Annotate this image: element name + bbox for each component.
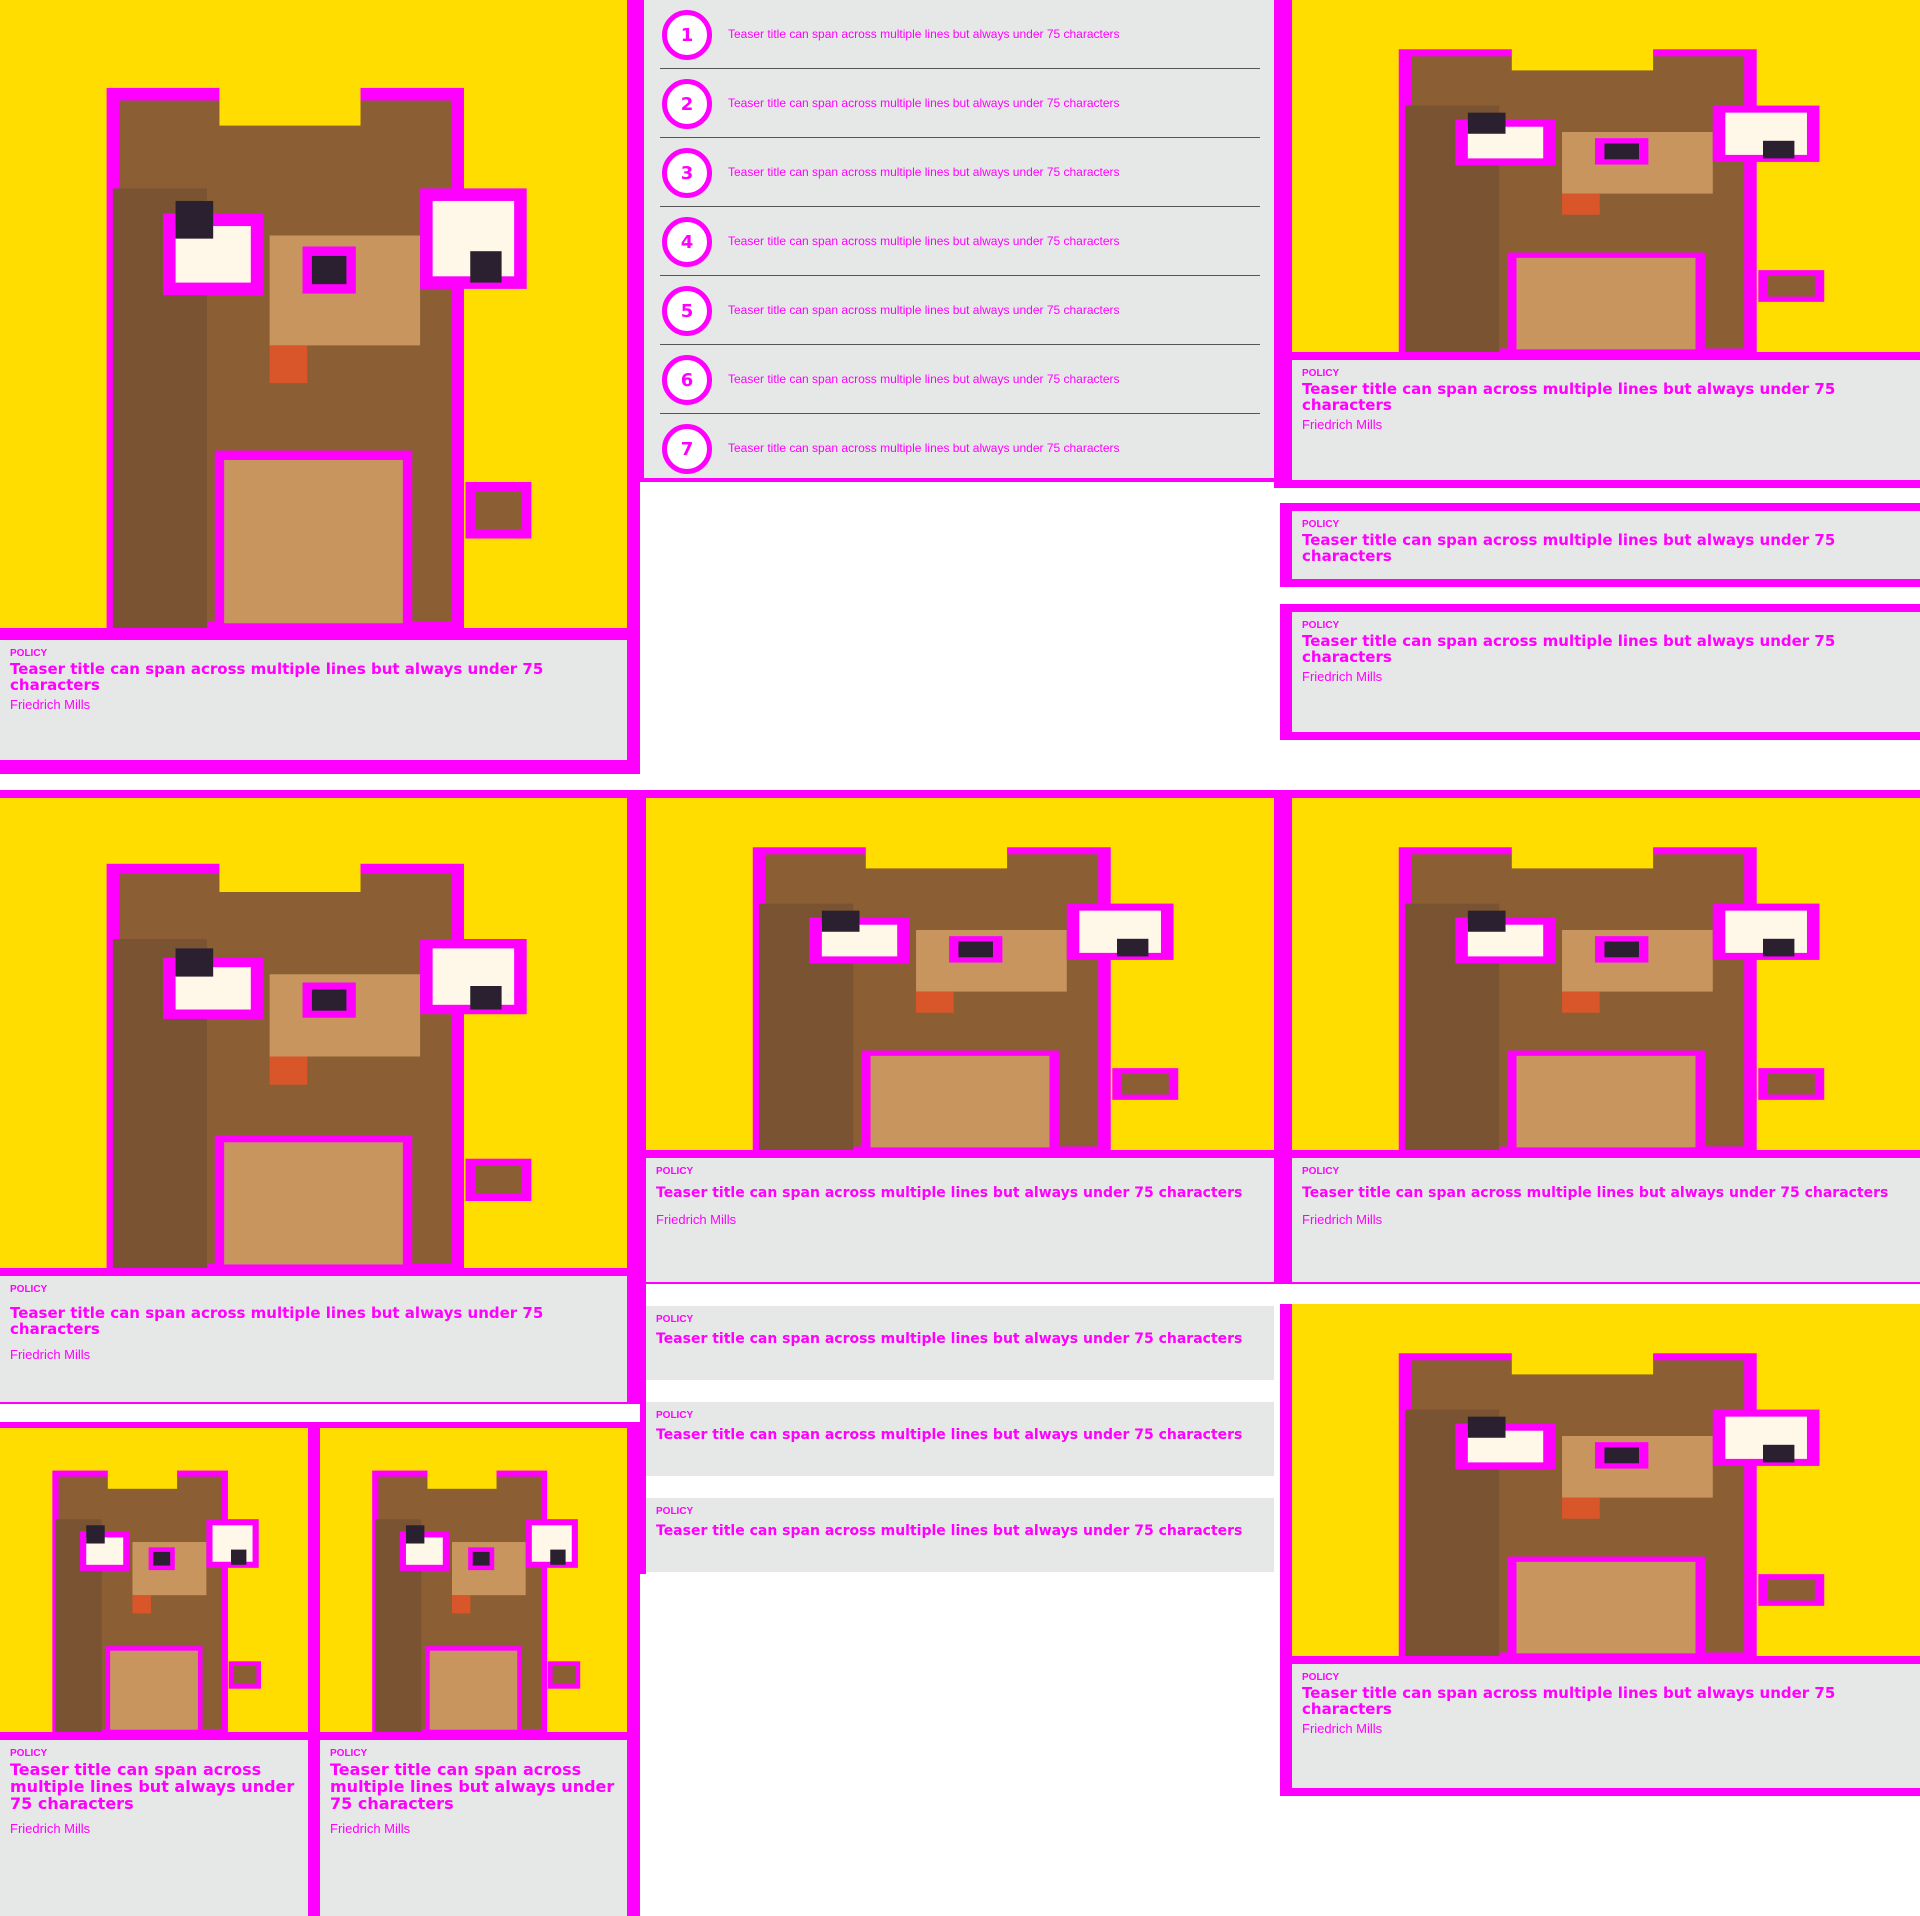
bear-illustration <box>646 798 1274 1150</box>
card-image[interactable] <box>320 1428 627 1732</box>
card-image[interactable] <box>646 798 1274 1150</box>
card-image[interactable] <box>0 798 627 1268</box>
bear-illustration <box>0 798 627 1268</box>
card-author[interactable]: Friedrich Mills <box>1302 417 1910 432</box>
card-kicker: POLICY <box>330 1748 368 1759</box>
card-title[interactable]: Teaser title can span across multiple li… <box>1302 1685 1910 1718</box>
card-title[interactable]: Teaser title can span across multiple li… <box>1302 532 1910 565</box>
card-kicker: POLICY <box>10 1284 48 1295</box>
bear-illustration <box>0 0 627 628</box>
card-image[interactable] <box>1292 798 1920 1150</box>
card-kicker: POLICY <box>10 1748 48 1759</box>
card-title[interactable]: Teaser title can span across multiple li… <box>1302 381 1910 414</box>
card-author[interactable]: Friedrich Mills <box>656 1212 1264 1227</box>
card-title[interactable]: Teaser title can span across multiple li… <box>656 1186 1264 1201</box>
card-image[interactable] <box>1292 1304 1920 1656</box>
card-title[interactable]: Teaser title can span across multiple li… <box>656 1524 1264 1539</box>
teaser-card[interactable]: POLICY Teaser title can span across mult… <box>646 1402 1274 1476</box>
card-title[interactable]: Teaser title can span across multiple li… <box>330 1761 617 1812</box>
list-item[interactable]: 7 Teaser title can span across multiple l… <box>660 414 1260 483</box>
card-kicker: POLICY <box>656 1166 694 1177</box>
card-title[interactable]: Teaser title can span across multiple li… <box>1302 1186 1910 1201</box>
teaser-card[interactable]: POLICY Teaser title can span across mult… <box>0 1740 308 1916</box>
card-image[interactable] <box>1292 0 1920 352</box>
teaser-card[interactable]: POLICY Teaser title can span across mult… <box>646 1158 1274 1282</box>
rank-badge: 4 <box>662 217 712 267</box>
card-author[interactable]: Friedrich Mills <box>1302 1212 1910 1227</box>
list-item-title[interactable]: Teaser title can span across multiple li… <box>728 27 1120 41</box>
bear-illustration <box>1292 798 1920 1150</box>
card-title[interactable]: Teaser title can span across multiple li… <box>10 661 617 694</box>
card-kicker: POLICY <box>1302 1672 1340 1683</box>
list-item[interactable]: 2 Teaser title can span across multiple l… <box>660 69 1260 138</box>
teaser-card[interactable]: POLICY Teaser title can span across mult… <box>646 1306 1274 1380</box>
rank-badge: 7 <box>662 424 712 474</box>
card-image[interactable] <box>0 1428 308 1732</box>
teaser-card[interactable]: POLICY Teaser title can span across mult… <box>0 1276 627 1402</box>
card-title[interactable]: Teaser title can span across multiple li… <box>10 1761 298 1812</box>
card-title[interactable]: Teaser title can span across multiple li… <box>10 1305 617 1338</box>
card-title[interactable]: Teaser title can span across multiple li… <box>656 1332 1264 1347</box>
teaser-card[interactable]: POLICY Teaser title can span across mult… <box>0 640 627 760</box>
teaser-card[interactable]: POLICY Teaser title can span across mult… <box>1292 612 1920 732</box>
card-kicker: POLICY <box>656 1314 694 1325</box>
card-author[interactable]: Friedrich Mills <box>10 697 617 712</box>
list-item-title[interactable]: Teaser title can span across multiple li… <box>728 234 1120 248</box>
card-kicker: POLICY <box>656 1506 694 1517</box>
teaser-card[interactable]: POLICY Teaser title can span across mult… <box>1292 1158 1920 1282</box>
list-item-title[interactable]: Teaser title can span across multiple li… <box>728 303 1120 317</box>
card-author[interactable]: Friedrich Mills <box>330 1822 617 1836</box>
card-kicker: POLICY <box>1302 1166 1340 1177</box>
list-item[interactable]: 6 Teaser title can span across multiple l… <box>660 345 1260 414</box>
card-title[interactable]: Teaser title can span across multiple li… <box>656 1428 1264 1443</box>
list-item-title[interactable]: Teaser title can span across multiple li… <box>728 372 1120 386</box>
list-item-title[interactable]: Teaser title can span across multiple li… <box>728 96 1120 110</box>
list-item-title[interactable]: Teaser title can span across multiple li… <box>728 165 1120 179</box>
card-kicker: POLICY <box>1302 368 1340 379</box>
list-item-title[interactable]: Teaser title can span across multiple li… <box>728 441 1120 455</box>
rank-badge: 6 <box>662 355 712 405</box>
card-kicker: POLICY <box>10 648 48 659</box>
teaser-card[interactable]: POLICY Teaser title can span across mult… <box>1292 511 1920 579</box>
bear-illustration <box>0 1428 308 1732</box>
bear-illustration <box>1292 1304 1920 1656</box>
list-item[interactable]: 5 Teaser title can span across multiple l… <box>660 276 1260 345</box>
list-item[interactable]: 4 Teaser title can span across multiple l… <box>660 207 1260 276</box>
card-author[interactable]: Friedrich Mills <box>1302 669 1910 684</box>
rank-badge: 5 <box>662 286 712 336</box>
rank-badge: 2 <box>662 79 712 129</box>
teaser-card[interactable]: POLICY Teaser title can span across mult… <box>1292 1664 1920 1788</box>
card-author[interactable]: Friedrich Mills <box>10 1347 617 1362</box>
teaser-card[interactable]: POLICY Teaser title can span across mult… <box>1292 360 1920 480</box>
card-kicker: POLICY <box>1302 519 1340 530</box>
teaser-card[interactable]: POLICY Teaser title can span across mult… <box>646 1498 1274 1572</box>
bear-illustration <box>320 1428 627 1732</box>
list-item[interactable]: 3 Teaser title can span across multiple l… <box>660 138 1260 207</box>
card-kicker: POLICY <box>1302 620 1340 631</box>
card-author[interactable]: Friedrich Mills <box>10 1822 298 1836</box>
column-divider <box>640 1284 646 1574</box>
rank-badge: 3 <box>662 148 712 198</box>
teaser-card[interactable]: POLICY Teaser title can span across mult… <box>320 1740 627 1916</box>
card-image[interactable] <box>0 0 627 628</box>
card-author[interactable]: Friedrich Mills <box>1302 1721 1910 1736</box>
card-title[interactable]: Teaser title can span across multiple li… <box>1302 633 1910 666</box>
bear-illustration <box>1292 0 1920 352</box>
list-item[interactable]: 1 Teaser title can span across multiple l… <box>660 0 1260 69</box>
rank-badge: 1 <box>662 10 712 60</box>
card-kicker: POLICY <box>656 1410 694 1421</box>
section-divider <box>0 790 1920 798</box>
